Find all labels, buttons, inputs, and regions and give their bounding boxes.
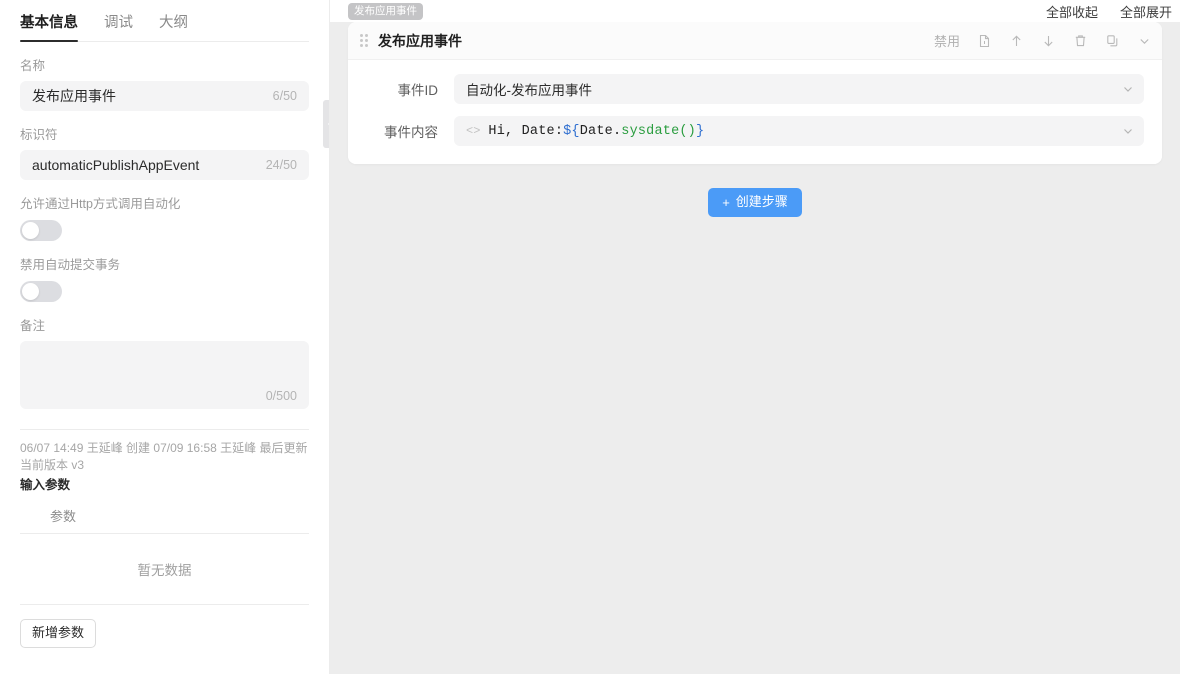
event-id-label: 事件ID — [366, 79, 454, 99]
step-card-actions: 禁用 — [934, 33, 1152, 48]
name-field-label: 名称 — [20, 59, 309, 74]
left-settings-panel: 基本信息 调试 大纲 名称 发布应用事件 6/50 标识符 automaticP… — [0, 0, 330, 674]
collapse-panel-handle[interactable] — [323, 100, 330, 148]
event-content-row: 事件内容 <> Hi, Date:${Date.sysdate()} — [366, 116, 1144, 146]
chevron-down-icon[interactable] — [1137, 33, 1152, 48]
event-id-value: 自动化-发布应用事件 — [466, 79, 1114, 99]
create-step-wrapper: + 创建步骤 — [348, 188, 1162, 217]
create-step-button[interactable]: + 创建步骤 — [708, 188, 802, 217]
event-id-select[interactable]: 自动化-发布应用事件 — [454, 74, 1144, 104]
http-toggle-switch[interactable] — [20, 220, 62, 241]
toggle-knob — [22, 283, 39, 300]
toggle-knob — [22, 222, 39, 239]
step-tooltip: 发布应用事件 — [348, 3, 423, 20]
tab-outline[interactable]: 大纲 — [159, 11, 188, 41]
trash-icon[interactable] — [1073, 33, 1088, 48]
identifier-input-counter: 24/50 — [266, 158, 297, 172]
event-id-row: 事件ID 自动化-发布应用事件 — [366, 74, 1144, 104]
remark-textarea[interactable]: 0/500 — [20, 341, 309, 409]
create-step-label: 创建步骤 — [736, 194, 788, 211]
input-params-title: 输入参数 — [20, 476, 309, 494]
chevron-down-icon — [1122, 125, 1134, 137]
name-input-value: 发布应用事件 — [32, 86, 265, 106]
chevron-down-icon — [1122, 83, 1134, 95]
disable-step-button[interactable]: 禁用 — [934, 33, 960, 48]
name-input-counter: 6/50 — [273, 89, 297, 103]
step-card-title: 发布应用事件 — [378, 31, 934, 51]
meta-version-line: 当前版本 v3 — [20, 457, 309, 474]
drag-handle-icon[interactable] — [360, 34, 368, 47]
meta-audit-info: 06/07 14:49 王延峰 创建 07/09 16:58 王延峰 最后更新 … — [20, 440, 309, 474]
remark-field-label: 备注 — [20, 319, 309, 334]
tab-debug[interactable]: 调试 — [104, 11, 133, 41]
plus-icon: + — [722, 196, 730, 209]
transaction-toggle-switch[interactable] — [20, 281, 62, 302]
add-param-button[interactable]: 新增参数 — [20, 619, 96, 648]
collapse-all-link[interactable]: 全部收起 — [1046, 2, 1098, 21]
identifier-field-label: 标识符 — [20, 128, 309, 143]
copy-icon[interactable] — [1105, 33, 1120, 48]
transaction-toggle-label: 禁用自动提交事务 — [20, 258, 309, 273]
http-toggle-label: 允许通过Http方式调用自动化 — [20, 197, 309, 212]
canvas-toolbar: 全部收起 全部展开 — [330, 0, 1180, 22]
event-content-label: 事件内容 — [366, 121, 454, 141]
meta-audit-line: 06/07 14:49 王延峰 创建 07/09 16:58 王延峰 最后更新 — [20, 440, 309, 457]
identifier-input[interactable]: automaticPublishAppEvent 24/50 — [20, 150, 309, 180]
tab-basic-info[interactable]: 基本信息 — [20, 11, 78, 41]
step-card-publish-app-event: 发布应用事件 禁用 — [348, 22, 1162, 164]
meta-divider — [20, 429, 309, 430]
event-content-code-input[interactable]: <> Hi, Date:${Date.sysdate()} — [454, 116, 1144, 146]
step-card-body: 事件ID 自动化-发布应用事件 事件内容 — [348, 60, 1162, 164]
event-content-code: Hi, Date:${Date.sysdate()} — [488, 124, 1114, 139]
step-card-header: 发布应用事件 禁用 — [348, 22, 1162, 60]
arrow-down-icon[interactable] — [1041, 33, 1056, 48]
settings-tabs: 基本信息 调试 大纲 — [20, 0, 309, 42]
params-empty-state: 暂无数据 — [20, 534, 309, 605]
steps-canvas: 发布应用事件 禁用 — [330, 22, 1180, 674]
identifier-input-value: automaticPublishAppEvent — [32, 157, 258, 173]
code-brackets-icon: <> — [466, 124, 480, 138]
name-input[interactable]: 发布应用事件 6/50 — [20, 81, 309, 111]
params-table: 参数 暂无数据 — [20, 498, 309, 605]
remark-counter: 0/500 — [266, 389, 297, 403]
params-column-header: 参数 — [20, 498, 309, 534]
flow-canvas-panel: 全部收起 全部展开 发布应用事件 发布应用事件 禁用 — [330, 0, 1180, 674]
document-icon[interactable] — [977, 33, 992, 48]
arrow-up-icon[interactable] — [1009, 33, 1024, 48]
automation-editor-window: 基本信息 调试 大纲 名称 发布应用事件 6/50 标识符 automaticP… — [0, 0, 1180, 674]
expand-all-link[interactable]: 全部展开 — [1120, 2, 1172, 21]
